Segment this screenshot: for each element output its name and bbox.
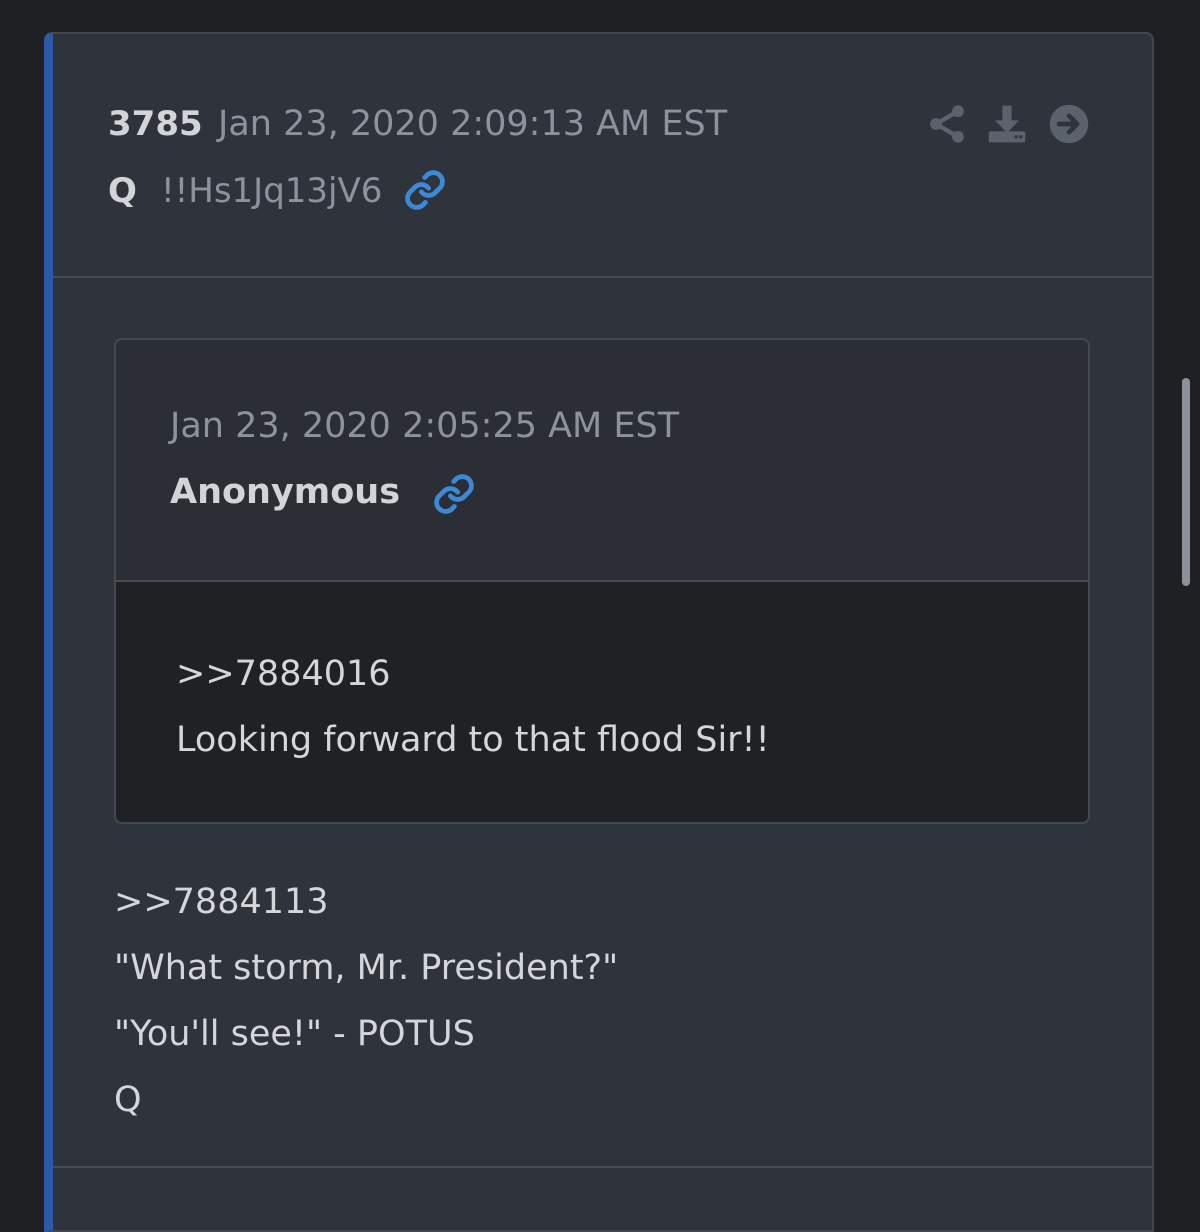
- download-icon[interactable]: [985, 102, 1029, 150]
- quoted-post: Jan 23, 2020 2:05:25 AM EST Anonymous >>…: [114, 338, 1090, 824]
- share-icon[interactable]: [925, 102, 969, 150]
- post-text-line: "You'll see!" - POTUS: [114, 1014, 475, 1054]
- link-icon[interactable]: [432, 472, 476, 520]
- quoted-post-text: Looking forward to that flood Sir!!: [176, 720, 770, 760]
- divider: [53, 1166, 1152, 1168]
- post-signature: Q: [114, 1080, 142, 1120]
- scrollbar-thumb[interactable]: [1182, 378, 1190, 586]
- post-author: Q: [108, 171, 137, 211]
- reply-reference-link[interactable]: >>7884113: [114, 882, 329, 922]
- post-number[interactable]: 3785: [108, 104, 203, 144]
- post-text-line: "What storm, Mr. President?": [114, 948, 619, 988]
- quoted-post-header: Jan 23, 2020 2:05:25 AM EST Anonymous: [116, 340, 1088, 582]
- quote-reference-link[interactable]: >>7884016: [176, 654, 391, 694]
- quoted-post-author: Anonymous: [170, 472, 401, 512]
- post-date: Jan 23, 2020 2:09:13 AM EST: [218, 104, 728, 144]
- post-card: 3785 Jan 23, 2020 2:09:13 AM EST Q !!Hs1…: [44, 32, 1154, 1232]
- post-header: 3785 Jan 23, 2020 2:09:13 AM EST Q !!Hs1…: [53, 34, 1152, 278]
- link-icon[interactable]: [403, 168, 447, 216]
- post-tripcode: !!Hs1Jq13jV6: [161, 171, 383, 211]
- quoted-post-body: >>7884016 Looking forward to that flood …: [116, 582, 1088, 822]
- arrow-right-circle-icon[interactable]: [1047, 102, 1091, 150]
- quoted-post-date: Jan 23, 2020 2:05:25 AM EST: [170, 406, 680, 446]
